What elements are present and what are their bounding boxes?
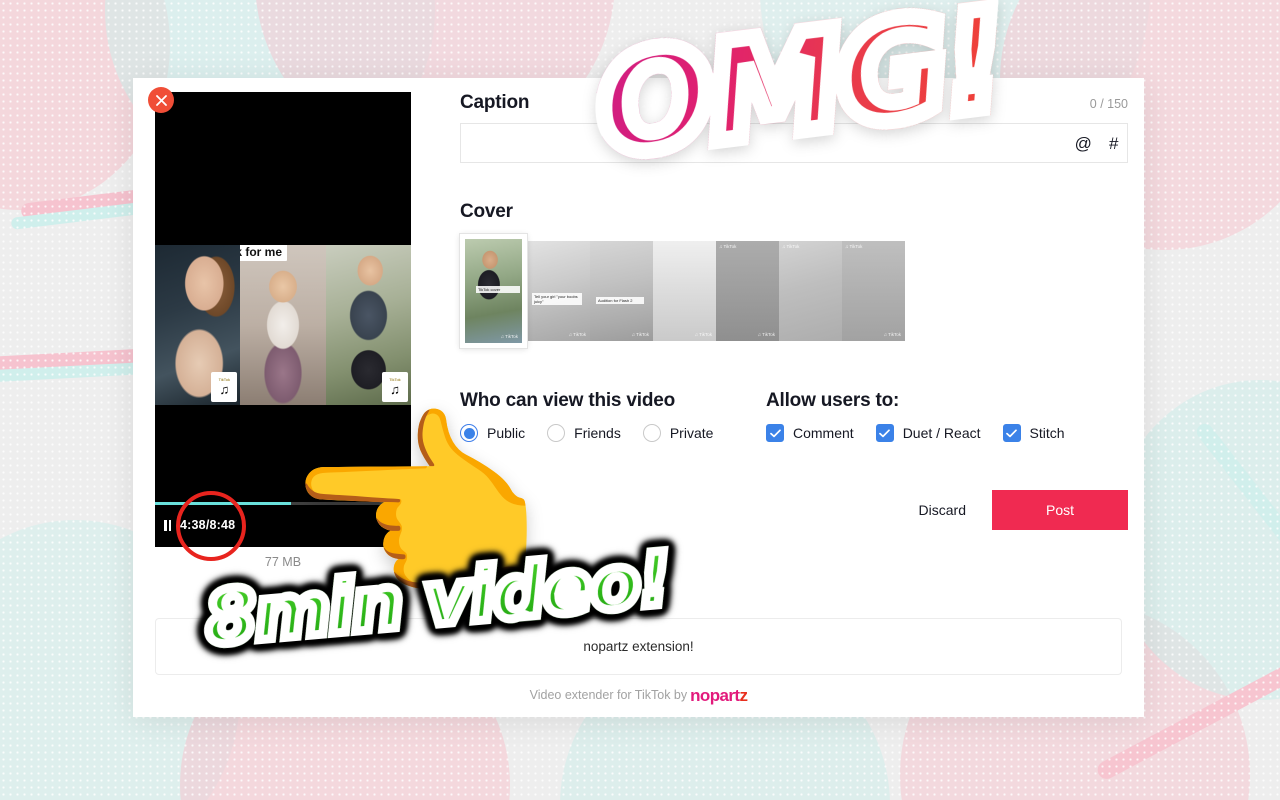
allow-checkbox-group: Comment Duet / React Stitch	[766, 424, 1065, 442]
allow-option-stitch-label: Stitch	[1029, 425, 1065, 441]
caption-char-counter: 0 / 150	[1089, 97, 1128, 111]
caption-tools: @ #	[1066, 123, 1128, 163]
allow-section-label: Allow users to:	[766, 390, 900, 411]
tiktok-mark-5: ♫ TikTok	[719, 244, 737, 249]
radio-friends-icon[interactable]	[547, 424, 566, 442]
collage-photo-2	[240, 245, 326, 405]
tiktok-mark-2: ♫ TikTok	[568, 332, 586, 337]
cover-thumbnail-7[interactable]: ♫ TikTok ♫ TikTok	[842, 241, 905, 341]
cover-thumbnail-3[interactable]: Audition for Flash 2 ♫ TikTok	[590, 241, 653, 341]
hashtag-icon[interactable]: #	[1109, 135, 1118, 152]
action-buttons: Discard Post	[909, 490, 1128, 530]
close-icon[interactable]	[148, 87, 174, 113]
checkbox-comment-icon[interactable]	[766, 424, 784, 442]
allow-option-comment-label: Comment	[793, 425, 854, 441]
checkbox-stitch-icon[interactable]	[1002, 424, 1021, 442]
cover-label: Cover	[460, 201, 513, 222]
tiktok-mark-1: ♫ TikTok	[500, 334, 518, 339]
tiktok-watermark-1: TikTok ♫	[211, 372, 238, 402]
cover-thumbnail-1[interactable]: TikTok cover ♫ TikTok	[460, 234, 527, 348]
cover-thumb-caption-2: Tell your girl "your boobs juicy"	[532, 293, 582, 305]
pause-icon[interactable]	[164, 519, 171, 531]
cover-thumbnail-2[interactable]: Tell your girl "your boobs juicy" ♫ TikT…	[527, 241, 590, 341]
allow-option-comment[interactable]: Comment	[766, 424, 854, 442]
time-highlight-annotation	[176, 491, 246, 561]
cover-thumbnail-5[interactable]: ♫ TikTok ♫ TikTok	[716, 241, 779, 341]
cover-thumbnail-strip: TikTok cover ♫ TikTok Tell your girl "yo…	[460, 234, 905, 348]
allow-option-duet[interactable]: Duet / React	[875, 424, 981, 442]
tiktok-mark-3: ♫ TikTok	[631, 332, 649, 337]
tiktok-foot-7: ♫ TikTok	[883, 332, 901, 337]
radio-private-icon[interactable]	[642, 424, 661, 442]
privacy-option-private[interactable]: Private	[642, 424, 714, 442]
cover-thumb-caption-3: Audition for Flash 2	[596, 297, 644, 304]
mention-icon[interactable]: @	[1075, 135, 1092, 152]
collage-cell-3: TikTok ♫	[325, 245, 411, 405]
tiktok-mark-7: ♫ TikTok	[845, 244, 863, 249]
promo-banner-text: nopartz extension!	[583, 639, 694, 654]
nopartz-logo: nopartz	[690, 686, 748, 705]
tiktok-mark-4: ♫ TikTok	[694, 332, 712, 337]
caption-label: Caption	[460, 92, 530, 113]
privacy-option-friends[interactable]: Friends	[547, 424, 621, 442]
collage-cell-2: k for me	[240, 245, 326, 405]
footer-credit: Video extender for TikTok by nopartz	[133, 686, 1144, 706]
discard-button[interactable]: Discard	[909, 494, 976, 526]
footer-credit-text: Video extender for TikTok by	[529, 688, 688, 702]
cover-thumbnail-4[interactable]: ♫ TikTok	[653, 241, 716, 341]
video-frame-collage: TikTok♫ k for me TikTok♫	[155, 245, 411, 405]
privacy-option-friends-label: Friends	[574, 425, 621, 441]
checkbox-duet-icon[interactable]	[875, 424, 894, 442]
collage-cell-1: TikTok ♫	[155, 245, 241, 405]
cover-thumb-caption-1: TikTok cover	[476, 286, 520, 293]
video-overlay-tag: k for me	[240, 245, 288, 261]
tiktok-foot-5: ♫ TikTok	[757, 332, 775, 337]
allow-option-stitch[interactable]: Stitch	[1002, 424, 1065, 442]
post-button[interactable]: Post	[992, 490, 1128, 530]
brand-name-part1: nopart	[690, 686, 740, 705]
tiktok-mark-6: ♫ TikTok	[782, 244, 800, 249]
allow-option-duet-label: Duet / React	[902, 425, 981, 441]
privacy-option-private-label: Private	[669, 425, 714, 441]
cover-thumbnail-6[interactable]: ♫ TikTok	[779, 241, 842, 341]
brand-name-part2: z	[739, 686, 748, 705]
